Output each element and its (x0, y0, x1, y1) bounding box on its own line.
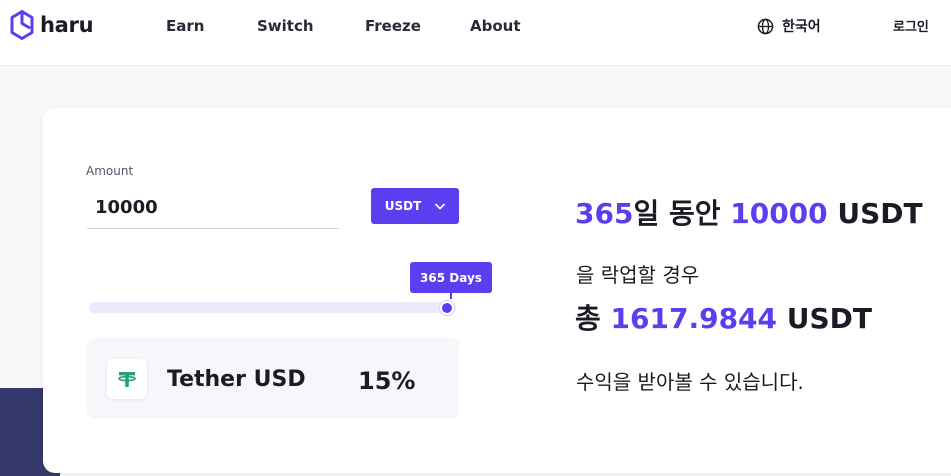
result-lockup-text: 을 락업할 경우 (576, 263, 700, 287)
nav-switch[interactable]: Switch (257, 17, 314, 35)
login-link[interactable]: 로그인 (893, 16, 929, 35)
period-slider-track[interactable] (89, 302, 456, 313)
globe-icon (757, 18, 774, 34)
result-total-prefix: 총 (575, 302, 611, 335)
token-name: Tether USD (167, 367, 306, 392)
currency-select[interactable]: USDT (371, 188, 459, 224)
nav-earn[interactable]: Earn (166, 17, 204, 35)
nav-freeze[interactable]: Freeze (365, 17, 421, 35)
top-header: haru Earn Switch Freeze About 한국어 로그인 (0, 0, 951, 66)
language-selector[interactable]: 한국어 (757, 16, 821, 36)
result-amount: 10000 (730, 197, 828, 230)
result-total-value: 1617.9844 (610, 302, 778, 335)
period-tooltip: 365 Days (410, 262, 492, 293)
amount-label: Amount (86, 164, 134, 178)
result-total: 총 1617.9844 USDT (575, 297, 872, 337)
chevron-down-icon (435, 203, 446, 209)
nav-about[interactable]: About (470, 17, 521, 35)
haru-logo-icon (10, 10, 34, 40)
period-tooltip-tail (450, 293, 452, 299)
token-rate: 15% (358, 367, 416, 395)
brand-logo[interactable]: haru (10, 10, 94, 40)
tether-icon (118, 372, 136, 387)
language-label: 한국어 (782, 19, 821, 35)
result-earnings-text: 수익을 받아볼 수 있습니다. (576, 370, 804, 394)
brand-name: haru (40, 13, 94, 37)
period-slider-fill (89, 302, 456, 313)
token-icon-wrap (107, 359, 147, 399)
result-currency: USDT (827, 197, 923, 230)
result-days: 365 (575, 197, 634, 230)
result-days-suffix: 일 동안 (633, 197, 731, 230)
period-slider-thumb[interactable] (440, 301, 454, 315)
amount-input[interactable] (87, 186, 339, 229)
currency-label: USDT (384, 199, 422, 213)
result-headline: 365일 동안 10000 USDT (575, 192, 923, 232)
result-total-currency: USDT (777, 302, 873, 335)
